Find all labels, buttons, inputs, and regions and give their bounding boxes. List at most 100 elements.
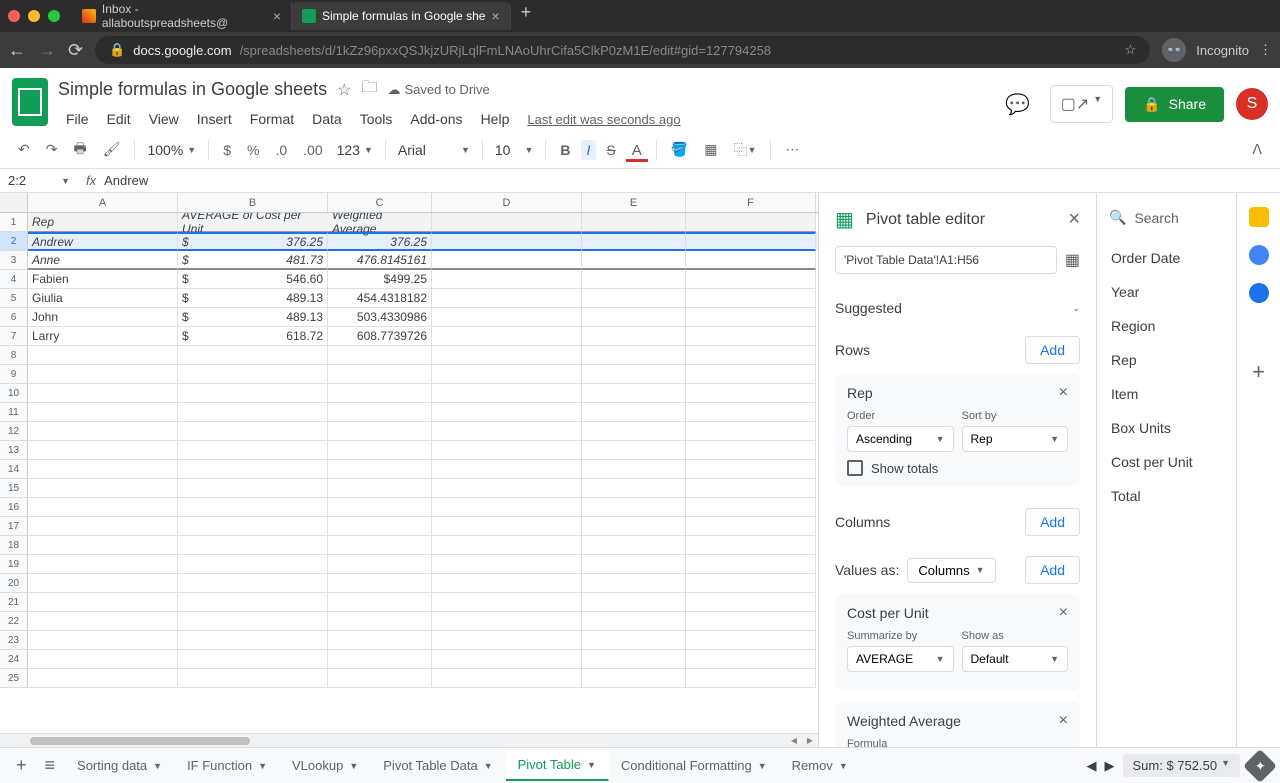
cell[interactable] (328, 593, 432, 612)
cell[interactable]: $481.73 (178, 251, 328, 270)
col-header-e[interactable]: E (582, 193, 686, 212)
fill-color-button[interactable]: 🪣 (665, 137, 694, 162)
add-columns-button[interactable]: Add (1025, 508, 1080, 536)
cell[interactable] (328, 384, 432, 403)
cell[interactable] (328, 669, 432, 688)
cell[interactable] (582, 365, 686, 384)
all-sheets-button[interactable]: ≡ (37, 749, 64, 782)
cell[interactable]: $489.13 (178, 308, 328, 327)
row-header[interactable]: 18 (0, 536, 28, 555)
keep-icon[interactable] (1249, 245, 1269, 265)
cell[interactable] (178, 650, 328, 669)
cell[interactable] (28, 479, 178, 498)
cell[interactable] (582, 441, 686, 460)
cell[interactable]: $376.25 (178, 232, 328, 251)
url-input[interactable]: 🔒 docs.google.com/spreadsheets/d/1kZz96p… (95, 36, 1150, 64)
cell[interactable] (686, 384, 816, 403)
cell[interactable] (686, 498, 816, 517)
cell[interactable] (686, 536, 816, 555)
cell[interactable] (432, 327, 582, 346)
cell[interactable] (178, 574, 328, 593)
showas-select[interactable]: Default▼ (962, 646, 1069, 672)
zoom-select[interactable]: 100%▼ (143, 142, 200, 158)
merge-button[interactable]: ⿻ ▼ (727, 136, 762, 164)
cell[interactable] (582, 232, 686, 251)
calendar-icon[interactable] (1249, 207, 1269, 227)
cell[interactable] (28, 441, 178, 460)
search-input[interactable]: 🔍 Search (1097, 205, 1236, 241)
cell[interactable]: 454.4318182 (328, 289, 432, 308)
cell[interactable] (582, 650, 686, 669)
cell[interactable]: $618.72 (178, 327, 328, 346)
cell[interactable] (686, 650, 816, 669)
share-button[interactable]: 🔒Share (1125, 87, 1224, 122)
menu-tools[interactable]: Tools (352, 107, 401, 131)
cell[interactable] (328, 365, 432, 384)
cell[interactable] (432, 308, 582, 327)
sheet-tab[interactable]: IF Function▼ (175, 750, 280, 781)
cell[interactable] (432, 460, 582, 479)
remove-field-icon[interactable]: × (1059, 604, 1068, 622)
cell[interactable] (432, 650, 582, 669)
cell[interactable] (686, 346, 816, 365)
sheet-tab[interactable]: Pivot Table▼ (506, 750, 609, 781)
move-icon[interactable]: 🗀 (361, 76, 377, 103)
cell[interactable] (686, 251, 816, 270)
cell[interactable] (432, 536, 582, 555)
field-item[interactable]: Item (1097, 377, 1236, 411)
row-header[interactable]: 2 (0, 232, 28, 251)
sheet-tab[interactable]: Pivot Table Data▼ (371, 750, 505, 781)
sheet-tab[interactable]: VLookup▼ (280, 750, 371, 781)
star-icon[interactable]: ☆ (337, 80, 351, 100)
row-header[interactable]: 16 (0, 498, 28, 517)
cell[interactable] (686, 270, 816, 289)
menu-insert[interactable]: Insert (189, 107, 240, 131)
cell[interactable] (178, 612, 328, 631)
row-header[interactable]: 12 (0, 422, 28, 441)
cell[interactable]: Giulia (28, 289, 178, 308)
row-header[interactable]: 5 (0, 289, 28, 308)
account-avatar[interactable]: S (1236, 88, 1268, 120)
percent-button[interactable]: % (241, 138, 265, 162)
cell[interactable] (582, 593, 686, 612)
cell[interactable] (28, 422, 178, 441)
cell[interactable] (686, 403, 816, 422)
add-rows-button[interactable]: Add (1025, 336, 1080, 364)
bold-button[interactable]: B (554, 138, 576, 162)
cell[interactable] (432, 384, 582, 403)
forward-button[interactable]: → (38, 40, 56, 61)
cell[interactable] (178, 403, 328, 422)
reload-button[interactable]: ⟳ (68, 40, 83, 61)
cell[interactable] (328, 631, 432, 650)
cell[interactable] (432, 346, 582, 365)
field-item[interactable]: Total (1097, 479, 1236, 513)
cell[interactable] (582, 346, 686, 365)
cell[interactable] (582, 289, 686, 308)
cell[interactable] (328, 574, 432, 593)
remove-field-icon[interactable]: × (1059, 384, 1068, 402)
sheet-tab[interactable]: Remov▼ (780, 750, 861, 781)
cell[interactable] (28, 574, 178, 593)
cell[interactable] (328, 517, 432, 536)
cell[interactable] (582, 498, 686, 517)
close-icon[interactable]: × (491, 8, 499, 24)
col-header-b[interactable]: B (178, 193, 328, 212)
cell[interactable] (686, 327, 816, 346)
cell[interactable] (582, 270, 686, 289)
present-button[interactable]: ▢↗▼ (1050, 85, 1113, 123)
cell[interactable] (28, 517, 178, 536)
field-item[interactable]: Rep (1097, 343, 1236, 377)
cell[interactable] (178, 555, 328, 574)
field-item[interactable]: Year (1097, 275, 1236, 309)
formula-input[interactable]: Andrew (104, 173, 148, 188)
cell[interactable] (28, 669, 178, 688)
cell[interactable] (178, 517, 328, 536)
cell[interactable] (28, 650, 178, 669)
strikethrough-button[interactable]: S (600, 138, 621, 162)
cell[interactable] (686, 213, 816, 232)
row-header[interactable]: 25 (0, 669, 28, 688)
cell[interactable] (432, 441, 582, 460)
quick-sum[interactable]: Sum: $ 752.50▼ (1123, 754, 1240, 777)
close-icon[interactable]: × (1068, 208, 1080, 231)
row-header[interactable]: 20 (0, 574, 28, 593)
